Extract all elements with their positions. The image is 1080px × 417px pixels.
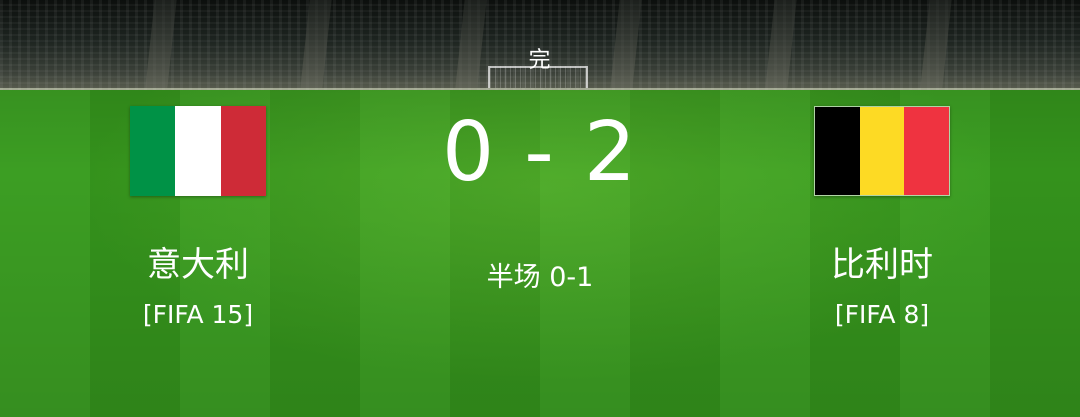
- away-team-fifa-rank: [FIFA 8]: [834, 300, 930, 329]
- away-team-name[interactable]: 比利时: [752, 243, 1012, 287]
- match-status: 完: [528, 48, 552, 73]
- match-scoreboard: 完 0 - 2 意大利 [FIFA 15] 半场 0-1 比利时 [FIFA 8…: [0, 0, 1080, 417]
- home-team-fifa-rank: [FIFA 15]: [142, 300, 254, 329]
- belgium-flag-icon: [814, 106, 950, 196]
- flag-stripe: [859, 107, 905, 195]
- flag-stripe: [904, 107, 950, 195]
- flag-stripe: [815, 107, 860, 195]
